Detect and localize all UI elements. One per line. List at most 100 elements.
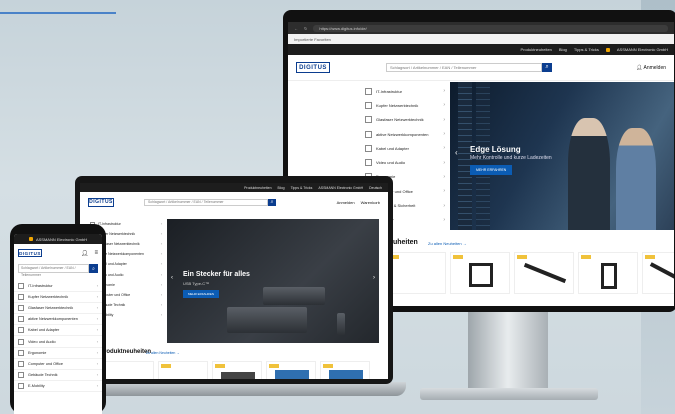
topbar-link[interactable]: Blog (278, 186, 285, 190)
chevron-right-icon: › (96, 361, 98, 366)
category-item[interactable]: Video und Audio › (363, 155, 445, 169)
back-icon[interactable]: ← (294, 26, 298, 31)
new-badge (161, 364, 171, 368)
topbar-link[interactable]: Produktneuheiten (521, 47, 552, 52)
category-item[interactable]: Kupfer Netzwerktechnik › (363, 98, 445, 112)
chevron-right-icon[interactable]: › (373, 275, 375, 281)
login-link[interactable]: Anmelden (337, 200, 355, 205)
category-label: Video und Audio (376, 160, 406, 166)
category-label: Glasfaser Netzwerktechnik (28, 306, 74, 311)
search-icon[interactable]: ⌕ (542, 63, 552, 72)
topbar-link[interactable]: ASSMANN Electronic GmbH (318, 186, 363, 190)
monitor-stand-base (420, 388, 598, 400)
bookmark-item[interactable]: Importierte Favoriten (294, 37, 331, 42)
user-icon[interactable]: 👤︎ (81, 250, 89, 257)
category-item[interactable]: Ergonomie › (14, 348, 102, 359)
accent-line (0, 12, 116, 14)
news-link[interactable]: Zu allen Neuheiten → (146, 351, 180, 355)
category-item[interactable]: IT-Infrastruktur › (14, 281, 102, 293)
hero-title: Ein Stecker für alles (183, 271, 250, 278)
topbar-link[interactable]: ASSMANN Electronic GmbH (617, 47, 668, 52)
topbar-link[interactable]: Tipps & Tricks (291, 186, 313, 190)
category-item[interactable]: aktive Netzwerkkomponenten › (363, 127, 445, 141)
hero-cta-button[interactable]: MEHR ERFAHREN (183, 290, 220, 298)
category-icon (18, 305, 24, 312)
browser-toolbar: ← ↻ https://www.digitus.info/de/ (288, 22, 674, 34)
product-card[interactable] (642, 252, 674, 294)
category-item[interactable]: Kupfer Netzwerktechnik › (14, 292, 102, 304)
category-item[interactable]: IT-Infrastruktur › (363, 84, 445, 98)
search-row: Schlagwort / Artikelnummer / EAN / Teile… (14, 264, 102, 277)
category-icon (365, 159, 372, 167)
search-input[interactable]: Schlagwort / Artikelnummer / EAN / Teile… (386, 63, 542, 72)
product-card[interactable] (386, 252, 446, 294)
reload-icon[interactable]: ↻ (304, 26, 307, 31)
product-image (329, 370, 363, 379)
new-badge (581, 255, 591, 259)
product-card[interactable] (578, 252, 638, 294)
chevron-left-icon[interactable]: ‹ (455, 148, 458, 157)
search-input[interactable]: Schlagwort / Artikelnummer / EAN / Teile… (18, 264, 89, 277)
hero-banner[interactable]: Edge Lösung Mehr Kontrolle und kurze Lad… (450, 82, 674, 230)
usb-hub-image (227, 307, 307, 333)
category-icon (18, 283, 24, 290)
digitus-logo[interactable]: DIGITUS (18, 249, 42, 257)
news-link[interactable]: Zu allen Neuheiten → (428, 241, 467, 246)
topbar-link[interactable]: Tipps & Tricks (574, 47, 599, 52)
login-link[interactable]: 👤︎ Anmelden (636, 65, 666, 71)
hero-cta-button[interactable]: MEHR ERFAHREN (470, 165, 513, 175)
search-input[interactable]: Schlagwort / Artikelnummer / EAN / Teile… (144, 198, 268, 206)
site-header: DIGITUS Schlagwort / Artikelnummer / EAN… (288, 55, 674, 81)
monitor-stand (468, 311, 548, 389)
product-image (469, 263, 493, 287)
laptop-screen: Produktneuheiten Blog Tipps & Tricks ASS… (80, 183, 388, 379)
topbar-link[interactable]: Blog (559, 47, 567, 52)
category-item[interactable]: Kabel und Adapter › (363, 141, 445, 155)
category-label: Kabel und Adapter (376, 145, 409, 151)
chevron-right-icon: › (443, 173, 445, 180)
category-item[interactable]: Glasfaser Netzwerktechnik › (363, 113, 445, 127)
category-icon (365, 130, 372, 138)
new-badge (645, 255, 655, 259)
chevron-left-icon[interactable]: ‹ (171, 275, 173, 281)
product-card[interactable] (104, 361, 154, 379)
category-item[interactable]: Video und Audio › (14, 336, 102, 348)
new-badge (215, 364, 225, 368)
category-icon (18, 349, 24, 356)
digitus-logo[interactable]: DIGITUS (296, 62, 330, 73)
topbar-link[interactable]: ASSMANN Electronic GmbH (36, 237, 87, 242)
digitus-logo[interactable]: DIGITUS (88, 197, 114, 207)
chevron-right-icon: › (443, 188, 445, 195)
category-item[interactable]: Kabel und Adapter › (14, 325, 102, 337)
site-topbar: Produktneuheiten Blog Tipps & Tricks ASS… (80, 183, 388, 192)
category-item[interactable]: E-Mobility › (14, 381, 102, 392)
company-icon (28, 237, 33, 241)
category-item[interactable]: Gebäude Technik › (14, 370, 102, 381)
address-bar[interactable]: https://www.digitus.info/de/ (313, 24, 668, 32)
chevron-right-icon: › (443, 159, 445, 166)
product-card[interactable] (514, 252, 574, 294)
language-select[interactable]: Deutsch (369, 186, 382, 190)
category-item[interactable]: aktive Netzwerkkomponenten › (14, 314, 102, 326)
product-card[interactable] (266, 361, 316, 379)
category-icon (18, 371, 24, 378)
product-card[interactable] (212, 361, 262, 379)
category-item[interactable]: Computer und Office › (14, 359, 102, 370)
category-icon (18, 382, 24, 389)
category-label: Gebäude Technik (28, 372, 58, 377)
category-item[interactable]: Glasfaser Netzwerktechnik › (14, 303, 102, 315)
search-icon[interactable]: ⌕ (268, 198, 276, 206)
chevron-right-icon: › (443, 202, 445, 209)
product-card[interactable] (450, 252, 510, 294)
site-header: DIGITUS 👤︎ ≡ (14, 244, 102, 262)
menu-icon[interactable]: ≡ (94, 250, 98, 257)
category-icon (365, 87, 372, 95)
cart-link[interactable]: Warenkorb (361, 200, 380, 205)
hero-banner[interactable]: Ein Stecker für alles USB Type-C™ MEHR E… (167, 219, 379, 343)
product-card[interactable] (320, 361, 370, 379)
chevron-right-icon: › (443, 131, 445, 138)
topbar-link[interactable]: Produktneuheiten (244, 186, 271, 190)
search-icon[interactable]: ⌕ (89, 264, 98, 273)
product-card[interactable] (158, 361, 208, 379)
category-label: IT-Infrastruktur (98, 222, 121, 227)
